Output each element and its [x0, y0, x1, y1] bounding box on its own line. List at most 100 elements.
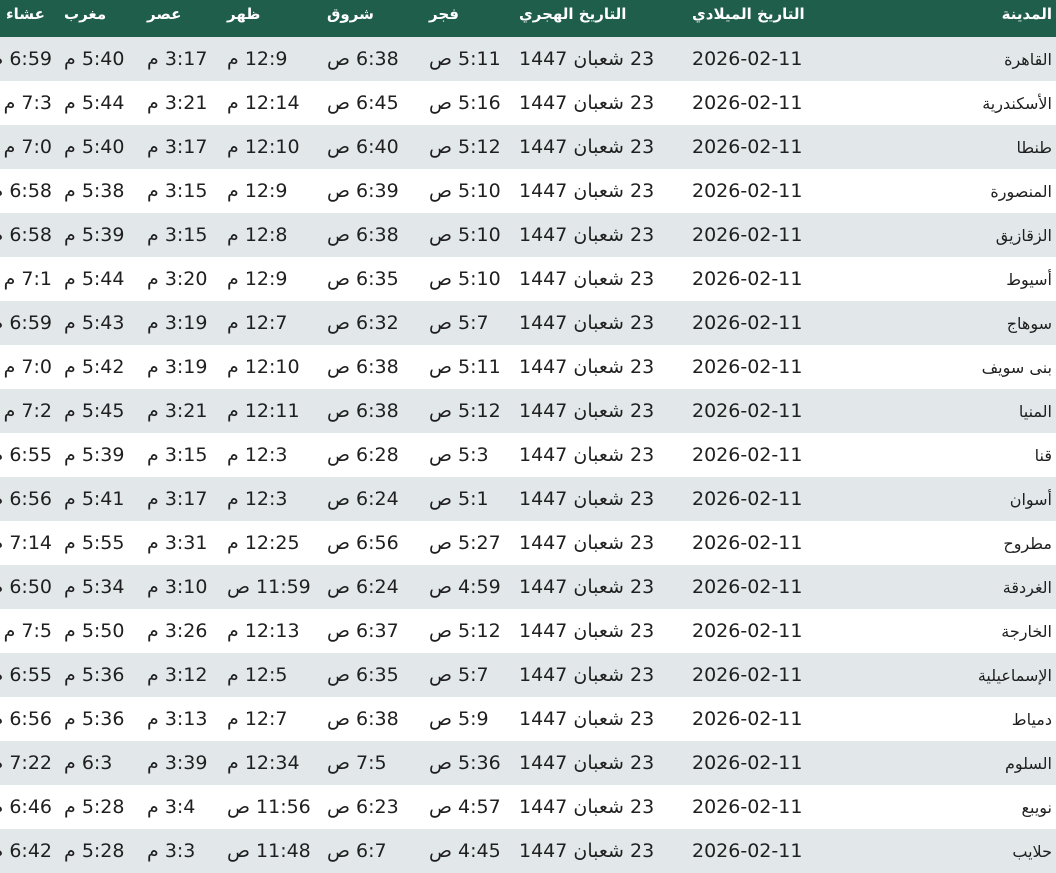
cell-gregorian-date: 2026-02-11	[692, 48, 803, 70]
cell-maghrib: 5:55 م	[64, 532, 125, 554]
cell-city: قنا	[1034, 445, 1052, 465]
cell-sunrise: 6:23 ص	[327, 796, 399, 818]
table-row: المنصورة 2026-02-11 23 شعبان 1447 5:10 ص 6:3…	[0, 169, 1056, 213]
cell-dhuhr: 12:25 م	[227, 532, 300, 554]
cell-gregorian-date: 2026-02-11	[692, 752, 803, 774]
cell-dhuhr: 12:10 م	[227, 136, 300, 158]
cell-fajr: 5:3 ص	[429, 444, 489, 466]
cell-sunrise: 6:37 ص	[327, 620, 399, 642]
cell-isha: 6:58 م	[0, 180, 52, 202]
cell-hijri-date: 23 شعبان 1447	[519, 48, 655, 70]
cell-maghrib: 5:39 م	[64, 224, 125, 246]
cell-isha: 6:55 م	[0, 664, 52, 686]
cell-dhuhr: 12:3 م	[227, 444, 288, 466]
cell-city: أسوان	[1009, 489, 1052, 509]
cell-asr: 3:17 م	[147, 488, 208, 510]
cell-asr: 3:21 م	[147, 400, 208, 422]
cell-fajr: 5:16 ص	[429, 92, 501, 114]
cell-city: الإسماعيلية	[977, 665, 1052, 685]
cell-asr: 3:17 م	[147, 48, 208, 70]
cell-city: المنيا	[1018, 401, 1052, 421]
cell-asr: 3:31 م	[147, 532, 208, 554]
cell-fajr: 4:57 ص	[429, 796, 501, 818]
cell-city: أسيوط	[1006, 269, 1052, 289]
cell-fajr: 5:1 ص	[429, 488, 489, 510]
cell-maghrib: 5:41 م	[64, 488, 125, 510]
cell-maghrib: 5:39 م	[64, 444, 125, 466]
cell-dhuhr: 12:34 م	[227, 752, 300, 774]
cell-isha: 7:0 م	[3, 356, 52, 378]
cell-maghrib: 5:40 م	[64, 48, 125, 70]
cell-city: المنصورة	[990, 181, 1052, 201]
cell-asr: 3:21 م	[147, 92, 208, 114]
table-row: الغردقة 2026-02-11 23 شعبان 1447 4:59 ص 6:24…	[0, 565, 1056, 609]
cell-city: بنى سويف	[981, 357, 1052, 377]
cell-hijri-date: 23 شعبان 1447	[519, 400, 655, 422]
cell-gregorian-date: 2026-02-11	[692, 620, 803, 642]
cell-city: الخارجة	[1001, 621, 1052, 641]
cell-maghrib: 5:28 م	[64, 796, 125, 818]
cell-sunrise: 6:7 ص	[327, 840, 387, 862]
table-row: سوهاج 2026-02-11 23 شعبان 1447 5:7 ص 6:32 ص 1…	[0, 301, 1056, 345]
cell-maghrib: 5:36 م	[64, 664, 125, 686]
table-row: القاهرة 2026-02-11 23 شعبان 1447 5:11 ص 6:38…	[0, 37, 1056, 81]
cell-isha: 7:14 م	[0, 532, 52, 554]
cell-asr: 3:19 م	[147, 356, 208, 378]
cell-hijri-date: 23 شعبان 1447	[519, 488, 655, 510]
cell-hijri-date: 23 شعبان 1447	[519, 708, 655, 730]
cell-hijri-date: 23 شعبان 1447	[519, 444, 655, 466]
cell-city: سوهاج	[1006, 313, 1052, 333]
cell-gregorian-date: 2026-02-11	[692, 576, 803, 598]
cell-hijri-date: 23 شعبان 1447	[519, 532, 655, 554]
cell-dhuhr: 11:59 ص	[227, 576, 311, 598]
cell-sunrise: 6:38 ص	[327, 400, 399, 422]
cell-gregorian-date: 2026-02-11	[692, 136, 803, 158]
cell-isha: 6:56 م	[0, 488, 52, 510]
cell-fajr: 5:27 ص	[429, 532, 501, 554]
table-row: الأسكندرية 2026-02-11 23 شعبان 1447 5:16 ص 6…	[0, 81, 1056, 125]
cell-sunrise: 6:39 ص	[327, 180, 399, 202]
cell-asr: 3:15 م	[147, 180, 208, 202]
cell-fajr: 5:12 ص	[429, 620, 501, 642]
cell-gregorian-date: 2026-02-11	[692, 840, 803, 862]
prayer-times-table: المدينة التاريخ الميلادي التاريخ الهجري …	[0, 0, 1056, 873]
cell-city: السلوم	[1004, 753, 1052, 773]
cell-sunrise: 6:24 ص	[327, 488, 399, 510]
cell-dhuhr: 12:14 م	[227, 92, 300, 114]
table-body: القاهرة 2026-02-11 23 شعبان 1447 5:11 ص 6:38…	[0, 37, 1056, 873]
cell-hijri-date: 23 شعبان 1447	[519, 136, 655, 158]
cell-gregorian-date: 2026-02-11	[692, 224, 803, 246]
cell-fajr: 5:10 ص	[429, 224, 501, 246]
cell-sunrise: 6:38 ص	[327, 708, 399, 730]
header-maghrib: مغرب	[64, 5, 107, 23]
cell-maghrib: 5:44 م	[64, 268, 125, 290]
table-row: أسيوط 2026-02-11 23 شعبان 1447 5:10 ص 6:35 ص…	[0, 257, 1056, 301]
cell-asr: 3:4 م	[147, 796, 196, 818]
cell-hijri-date: 23 شعبان 1447	[519, 620, 655, 642]
cell-fajr: 5:9 ص	[429, 708, 489, 730]
cell-dhuhr: 12:9 م	[227, 48, 288, 70]
cell-sunrise: 6:28 ص	[327, 444, 399, 466]
cell-isha: 7:2 م	[3, 400, 52, 422]
cell-fajr: 4:59 ص	[429, 576, 501, 598]
cell-maghrib: 5:50 م	[64, 620, 125, 642]
cell-fajr: 5:7 ص	[429, 312, 489, 334]
cell-gregorian-date: 2026-02-11	[692, 92, 803, 114]
cell-asr: 3:17 م	[147, 136, 208, 158]
cell-hijri-date: 23 شعبان 1447	[519, 664, 655, 686]
cell-fajr: 5:7 ص	[429, 664, 489, 686]
cell-city: حلايب	[1012, 841, 1052, 861]
cell-asr: 3:20 م	[147, 268, 208, 290]
cell-isha: 6:59 م	[0, 312, 52, 334]
header-dhuhr: ظهر	[227, 5, 261, 23]
cell-maghrib: 5:45 م	[64, 400, 125, 422]
cell-maghrib: 5:44 م	[64, 92, 125, 114]
cell-sunrise: 6:38 ص	[327, 48, 399, 70]
cell-maghrib: 5:28 م	[64, 840, 125, 862]
cell-city: مطروح	[1003, 533, 1052, 553]
cell-fajr: 5:12 ص	[429, 136, 501, 158]
cell-isha: 7:0 م	[3, 136, 52, 158]
table-row: السلوم 2026-02-11 23 شعبان 1447 5:36 ص 7:5 ص…	[0, 741, 1056, 785]
cell-hijri-date: 23 شعبان 1447	[519, 356, 655, 378]
cell-isha: 6:58 م	[0, 224, 52, 246]
